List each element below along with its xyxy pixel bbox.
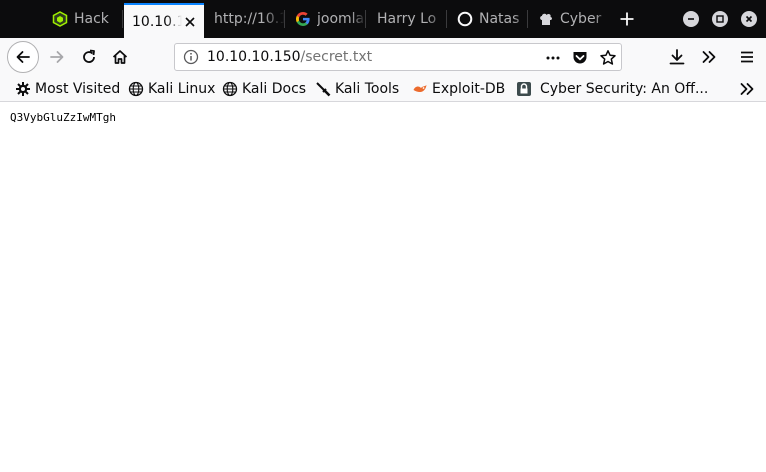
minimize-icon [688,18,694,20]
bookmark-label: Kali Tools [335,81,400,97]
reload-button[interactable] [74,42,104,72]
menu-button[interactable] [732,42,762,72]
google-icon [295,11,311,27]
bookmark-label: Most Visited [35,81,121,97]
tab-label: Cyber [560,11,602,27]
close-icon[interactable] [182,14,198,30]
forward-button[interactable] [42,42,72,72]
double-chevron-right-icon [740,83,754,95]
dagger-icon [315,81,331,97]
bookmark-label: Exploit-DB [432,81,506,97]
bookmark-star-button[interactable] [599,49,617,67]
hamburger-icon [741,51,753,63]
bookmark-kali-linux[interactable]: Kali Linux [128,79,215,99]
double-chevron-right-icon [702,51,716,63]
new-tab-button[interactable] [613,7,641,31]
arrow-left-icon [16,51,30,63]
home-button[interactable] [105,42,135,72]
bookmark-most-visited[interactable]: Most Visited [15,79,120,99]
navigation-toolbar: 10.10.10.150/secret.txt [0,38,766,75]
secret-text: Q3VybGluZzIwMTgh [10,111,116,124]
star-icon [600,50,616,65]
bookmark-label: Kali Linux [148,81,216,97]
hackthebox-icon [52,11,68,27]
tab-label: Natas [479,11,520,27]
circle-icon [457,11,473,27]
lock-icon [516,81,532,97]
bookmark-kali-docs[interactable]: Kali Docs [222,79,306,99]
url-text[interactable]: 10.10.10.150/secret.txt [207,49,372,65]
tab-cyber[interactable]: Cyber [529,3,609,35]
bookmark-label: Kali Docs [242,81,307,97]
minimize-button[interactable] [683,11,699,27]
home-icon [112,50,128,64]
maximize-button[interactable] [712,11,728,27]
plus-icon [620,12,634,26]
arrow-right-icon [50,51,64,63]
pocket-icon [573,52,587,64]
download-icon [669,49,685,65]
back-button[interactable] [7,41,39,73]
globe-icon [128,81,144,97]
pocket-button[interactable] [571,49,589,67]
tab-label: joomla [317,11,365,27]
bookmark-exploit-db[interactable]: Exploit-DB [412,79,505,99]
chef-hat-icon [538,11,554,27]
bookmark-cyber-security[interactable]: Cyber Security: An Off... [516,79,708,99]
bookmarks-overflow-button[interactable] [738,80,756,98]
url-path: /secret.txt [300,49,373,65]
url-host: 10.10.10.150 [207,49,301,65]
gear-icon [15,81,31,97]
exploit-db-icon [412,81,428,97]
tab-secret-txt[interactable]: 10.10.10.150/secret.txt [124,3,204,38]
tab-hack[interactable]: Hack [43,3,123,35]
tab-http[interactable]: http://10.10.10.150 [205,3,285,35]
tab-strip: Hack 10.10.10.150/secret.txt http://10.1… [0,0,766,38]
page-content: Q3VybGluZzIwMTgh [0,102,766,472]
tab-harry[interactable]: Harry Lo [367,3,447,35]
close-window-button[interactable] [741,11,757,27]
globe-icon [222,81,238,97]
tab-label: Hack [74,11,109,27]
more-horizontal-icon [546,56,560,60]
overflow-button[interactable] [694,42,724,72]
reload-icon [83,49,95,63]
tab-label: 10.10.10.150/secret.txt [132,13,182,30]
address-bar[interactable]: 10.10.10.150/secret.txt [174,43,622,71]
close-icon [745,15,753,23]
bookmark-label: Cyber Security: An Off... [540,81,709,97]
bookmarks-toolbar: Most Visited Kali Linux Kali Docs Kali T… [0,75,766,102]
tab-natas[interactable]: Natas [448,3,528,35]
tab-joomla[interactable]: joomla [286,3,366,35]
tab-label: Harry Lo [377,11,437,27]
tab-label: http://10.10.10.150 [214,11,285,27]
downloads-button[interactable] [662,42,692,72]
maximize-icon [716,15,724,23]
info-icon[interactable] [183,49,199,65]
bookmark-kali-tools[interactable]: Kali Tools [315,79,399,99]
page-actions-button[interactable] [544,49,562,67]
